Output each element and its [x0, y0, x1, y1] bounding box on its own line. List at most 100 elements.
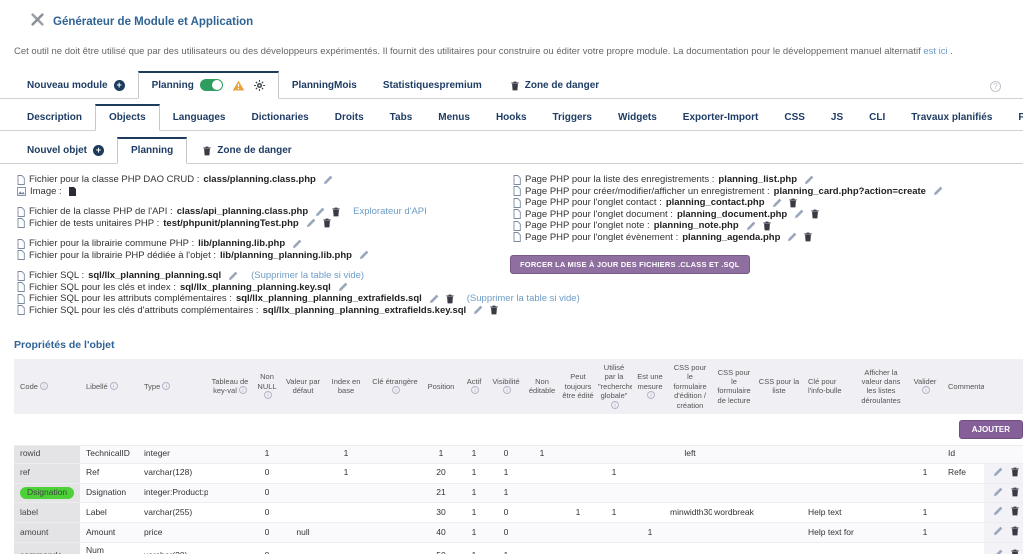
- help-icon[interactable]: [990, 81, 1001, 92]
- file-item: Page PHP pour créer/modifier/afficher un…: [510, 186, 1009, 198]
- info-icon: [392, 386, 400, 395]
- tab-tabs[interactable]: Tabs: [377, 106, 426, 130]
- edit-icon[interactable]: [993, 526, 1003, 536]
- delete-icon[interactable]: [322, 218, 331, 228]
- object-tab-zone-de-danger[interactable]: Zone de danger: [187, 139, 304, 163]
- cell-alwayseditable: [560, 444, 596, 464]
- properties-section-title: Propriétés de l'objet: [14, 339, 115, 351]
- edit-icon[interactable]: [993, 549, 1003, 554]
- tab-dictionaries[interactable]: Dictionaries: [239, 106, 322, 130]
- edit-icon[interactable]: [359, 250, 369, 260]
- edit-icon[interactable]: [473, 305, 483, 315]
- tab-objects[interactable]: Objects: [95, 104, 160, 131]
- cell-position: 21: [422, 482, 460, 503]
- delete-icon[interactable]: [804, 232, 813, 242]
- delete-icon[interactable]: [446, 294, 454, 304]
- cell-comment: Refe: [942, 462, 984, 484]
- cell-type: price: [138, 522, 208, 543]
- edit-icon[interactable]: [228, 271, 238, 281]
- tab-hooks[interactable]: Hooks: [483, 106, 540, 130]
- new-module-tab[interactable]: Nouveau module: [14, 74, 138, 98]
- edit-icon[interactable]: [292, 239, 302, 249]
- delete-icon[interactable]: [1010, 526, 1019, 536]
- edit-icon[interactable]: [323, 175, 333, 185]
- add-property-row: AJOUTER: [14, 413, 1023, 446]
- edit-icon[interactable]: [772, 198, 782, 208]
- edit-icon[interactable]: [993, 467, 1003, 477]
- cell-noteditable: [524, 482, 560, 503]
- file-item: Page PHP pour la liste des enregistremen…: [510, 174, 1009, 186]
- edit-icon[interactable]: [933, 186, 943, 196]
- file-extra-link[interactable]: (Supprimer la table si vide): [251, 270, 364, 282]
- edit-icon[interactable]: [804, 175, 814, 185]
- object-tab-planning[interactable]: Planning: [117, 137, 188, 164]
- delete-icon[interactable]: [762, 221, 771, 231]
- column-header-notnull: Non NULL: [252, 359, 282, 414]
- tab-languages[interactable]: Languages: [160, 106, 239, 130]
- tab-css[interactable]: CSS: [771, 106, 818, 130]
- tab-widgets[interactable]: Widgets: [605, 106, 670, 130]
- tab-triggers[interactable]: Triggers: [540, 106, 605, 130]
- tab-menus[interactable]: Menus: [425, 106, 483, 130]
- module-tab-statistiquespremium[interactable]: Statistiquespremium: [370, 74, 495, 98]
- highlighted-code: Dsignation: [20, 487, 75, 499]
- cell-searchall: 1: [596, 462, 632, 484]
- force-update-button[interactable]: FORCER LA MISE À JOUR DES FICHIERS .CLAS…: [510, 255, 750, 274]
- cell-notnull: 0: [252, 502, 282, 523]
- delete-icon[interactable]: [788, 198, 797, 208]
- file-item: Page PHP pour l'onglet note : planning_n…: [510, 220, 1009, 232]
- tab-description[interactable]: Description: [14, 106, 95, 130]
- doc-link[interactable]: est ici: [923, 46, 947, 57]
- delete-icon[interactable]: [332, 207, 340, 217]
- edit-icon[interactable]: [315, 207, 325, 217]
- tab-exporter-import[interactable]: Exporter-Import: [670, 106, 772, 130]
- module-tab-planning[interactable]: Planning: [137, 71, 279, 99]
- tab-js[interactable]: JS: [818, 106, 856, 130]
- tab-droits[interactable]: Droits: [322, 106, 377, 130]
- delete-icon[interactable]: [811, 209, 819, 219]
- gear-icon[interactable]: [253, 79, 265, 91]
- column-header-index: Index en base: [324, 359, 368, 414]
- module-tab-zone-de-danger[interactable]: Zone de danger: [495, 74, 612, 98]
- plus-circle-icon: [113, 80, 125, 91]
- cell-actif: 1: [460, 502, 488, 523]
- cell-helpkey: [802, 444, 854, 464]
- new-object-tab[interactable]: Nouvel objet: [14, 139, 117, 163]
- delete-icon[interactable]: [1010, 487, 1019, 497]
- info-icon: [109, 381, 118, 390]
- edit-icon[interactable]: [306, 218, 316, 228]
- tab-travaux-planifi-s[interactable]: Travaux planifiés: [898, 106, 1005, 130]
- file-extra-link[interactable]: Explorateur d'API: [353, 206, 427, 218]
- module-enabled-toggle[interactable]: [199, 79, 223, 91]
- file-icon: [513, 220, 521, 231]
- edit-icon[interactable]: [993, 487, 1003, 497]
- edit-icon[interactable]: [746, 221, 756, 231]
- delete-icon[interactable]: [1010, 506, 1019, 516]
- tab-label: Menus: [438, 112, 470, 123]
- tab-cli[interactable]: CLI: [856, 106, 898, 130]
- cell-type: integer: [138, 444, 208, 464]
- delete-icon[interactable]: [1010, 467, 1019, 477]
- cell-cssedit: [668, 482, 712, 503]
- file-icon: [513, 186, 521, 197]
- delete-icon[interactable]: [1010, 549, 1019, 554]
- tab-label: Objects: [109, 112, 146, 123]
- tab-plus-2-[interactable]: Plus... (2): [1005, 106, 1023, 130]
- file-name: sql/llx_planning_planning.sql: [88, 270, 222, 281]
- file-item-label: Page PHP pour créer/modifier/afficher un…: [525, 185, 770, 197]
- edit-icon[interactable]: [794, 209, 804, 219]
- cell-validate: [908, 541, 942, 554]
- edit-icon[interactable]: [787, 232, 797, 242]
- file-icon: [17, 238, 25, 249]
- tab-label: Languages: [172, 112, 226, 123]
- cell-comment: [942, 541, 984, 554]
- module-tab-planningmois[interactable]: PlanningMois: [279, 74, 370, 98]
- edit-icon[interactable]: [338, 282, 348, 292]
- add-property-button[interactable]: AJOUTER: [958, 419, 1023, 439]
- edit-icon[interactable]: [429, 294, 439, 304]
- delete-icon[interactable]: [490, 305, 498, 315]
- cell-fk: [368, 444, 422, 464]
- tab-label: Zone de danger: [524, 80, 600, 91]
- edit-icon[interactable]: [993, 506, 1003, 516]
- cell-libelle: TechnicalID: [80, 444, 138, 464]
